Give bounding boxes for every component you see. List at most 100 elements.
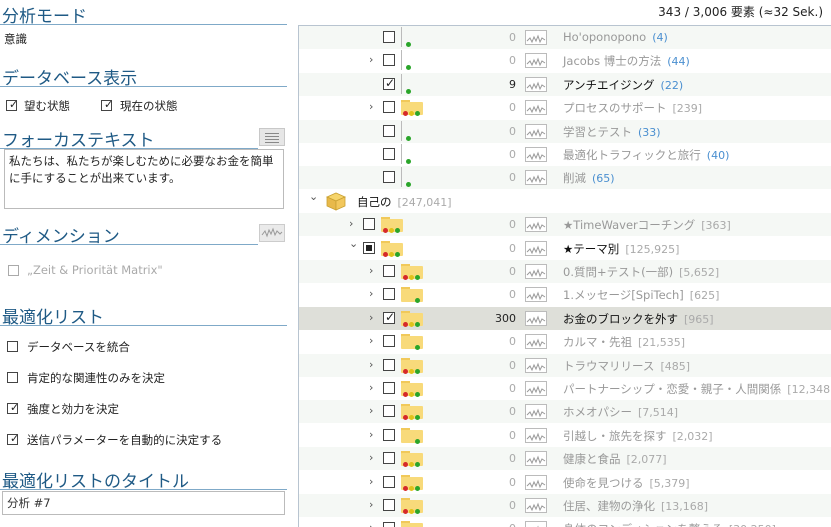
- wave-button[interactable]: [525, 310, 547, 326]
- expand-arrow-icon[interactable]: ›: [369, 381, 373, 394]
- expand-arrow-icon[interactable]: ›: [349, 217, 353, 230]
- row-checkbox[interactable]: [383, 382, 395, 394]
- tree-row[interactable]: › 0 住居、建物の浄化 [13,168]: [299, 494, 831, 517]
- tree-row[interactable]: › 0 健康と食品 [2,077]: [299, 447, 831, 471]
- tree-row[interactable]: 0 学習とテスト (33): [299, 119, 831, 143]
- wave-button[interactable]: [525, 404, 547, 420]
- desired-state-checkbox[interactable]: ✓: [6, 98, 18, 111]
- tree-item-label[interactable]: 健康と食品 [2,077]: [563, 451, 667, 467]
- tree-item-label[interactable]: 身体のコンディションを整える [30,250]: [563, 521, 776, 527]
- wave-button[interactable]: [525, 287, 547, 303]
- expand-arrow-icon[interactable]: ›: [369, 428, 373, 441]
- tree-item-label[interactable]: 学習とテスト (33): [563, 124, 661, 140]
- expand-arrow-icon[interactable]: ›: [369, 334, 373, 347]
- expand-arrow-icon[interactable]: ›: [369, 451, 373, 464]
- dimension-wave-button[interactable]: [259, 224, 285, 242]
- tree-item-label[interactable]: ホメオパシー [7,514]: [563, 404, 678, 420]
- wave-button[interactable]: [525, 474, 547, 490]
- row-checkbox[interactable]: [383, 358, 395, 371]
- row-checkbox[interactable]: [383, 335, 395, 348]
- expand-arrow-icon[interactable]: ›: [369, 358, 373, 371]
- wave-button[interactable]: [525, 30, 547, 45]
- row-checkbox[interactable]: [383, 171, 395, 184]
- wave-button[interactable]: [525, 170, 547, 186]
- row-checkbox[interactable]: [383, 475, 395, 488]
- expand-arrow-icon[interactable]: ›: [369, 287, 373, 300]
- row-checkbox[interactable]: [363, 218, 375, 231]
- tree-row[interactable]: › 0 カルマ・先祖 [21,535]: [299, 330, 831, 353]
- tree-item-label[interactable]: Jacobs 博士の方法 (44): [563, 53, 690, 69]
- tree-row[interactable]: › 0 プロセスのサポート [239]: [299, 96, 831, 119]
- row-checkbox[interactable]: [383, 522, 395, 527]
- tree-row[interactable]: 0 削減 (65): [299, 166, 831, 190]
- row-checkbox[interactable]: [383, 101, 395, 114]
- analysis-mode-value[interactable]: 意識: [4, 31, 27, 47]
- row-checkbox[interactable]: [383, 31, 395, 43]
- dimension-checkbox[interactable]: [8, 265, 19, 276]
- tree-item-label[interactable]: プロセスのサポート [239]: [563, 100, 702, 116]
- tree-item-label[interactable]: 住居、建物の浄化 [13,168]: [563, 498, 708, 514]
- row-checkbox[interactable]: [383, 288, 395, 301]
- tree-item-label[interactable]: トラウマリリース [485]: [563, 358, 690, 374]
- tree-row[interactable]: ⌄ 自己の [247,041]: [299, 190, 831, 213]
- wave-button[interactable]: [525, 357, 547, 373]
- wave-button[interactable]: [525, 264, 547, 279]
- tree-row[interactable]: › 0 Jacobs 博士の方法 (44): [299, 49, 831, 72]
- tree-item-label[interactable]: Ho'oponopono (4): [563, 30, 668, 44]
- row-checkbox[interactable]: [383, 265, 395, 277]
- row-checkbox[interactable]: [383, 452, 395, 465]
- wave-button[interactable]: [525, 240, 547, 256]
- tree-item-label[interactable]: 削減 (65): [563, 170, 615, 186]
- expand-arrow-icon[interactable]: ›: [369, 521, 373, 527]
- tree-row[interactable]: › ✓ 300 お金のブロックを外す [965]: [299, 306, 831, 330]
- tree-row[interactable]: › 0 使命を見つける [5,379]: [299, 471, 831, 494]
- auto-params-checkbox[interactable]: ✓: [7, 432, 19, 445]
- tree-item-label[interactable]: 引越し・旅先を探す [2,032]: [563, 428, 713, 444]
- collapse-arrow-icon[interactable]: ⌄: [309, 190, 318, 203]
- row-checkbox[interactable]: [383, 54, 395, 67]
- wave-button[interactable]: [525, 217, 547, 233]
- wave-button[interactable]: [525, 381, 547, 396]
- tree-item-label[interactable]: 使命を見つける [5,379]: [563, 475, 690, 491]
- tree-item-label[interactable]: ★テーマ別 [125,925]: [563, 241, 679, 257]
- expand-arrow-icon[interactable]: ›: [369, 404, 373, 417]
- tree-item-label[interactable]: 0.質問+テスト(一部) [5,652]: [563, 264, 719, 280]
- wave-button[interactable]: [525, 147, 547, 162]
- tree-item-label[interactable]: 1.メッセージ[SpiTech] [625]: [563, 287, 719, 303]
- expand-arrow-icon[interactable]: ›: [369, 498, 373, 511]
- wave-button[interactable]: [525, 427, 547, 443]
- wave-button[interactable]: [525, 498, 547, 513]
- tree-row[interactable]: › 0 ホメオパシー [7,514]: [299, 400, 831, 424]
- tree-row[interactable]: › 0 パートナーシップ・恋愛・親子・人間関係 [12,348]: [299, 377, 831, 400]
- database-tree[interactable]: 0 Ho'oponopono (4) › 0 Jacobs 博士の方法 (44) ✓ 9 アンチエ…: [298, 25, 831, 527]
- positive-only-checkbox[interactable]: [7, 372, 18, 383]
- wave-button[interactable]: [525, 334, 547, 350]
- row-checkbox[interactable]: ✓: [383, 76, 395, 90]
- tree-row[interactable]: ⌄ 0 ★テーマ別 [125,925]: [299, 237, 831, 260]
- row-checkbox[interactable]: ✓: [383, 310, 395, 324]
- row-checkbox[interactable]: [383, 428, 395, 441]
- tree-item-label[interactable]: 自己の [247,041]: [357, 194, 452, 210]
- tree-row[interactable]: 0 最適化トラフィックと旅行 (40): [299, 143, 831, 166]
- expand-arrow-icon[interactable]: ›: [369, 100, 373, 113]
- tree-item-label[interactable]: カルマ・先祖 [21,535]: [563, 334, 685, 350]
- tree-row[interactable]: ✓ 9 アンチエイジング (22): [299, 72, 831, 96]
- tree-row[interactable]: › 0 トラウマリリース [485]: [299, 353, 831, 377]
- focus-text-area[interactable]: 私たちは、私たちが楽しむために必要なお金を簡単に手にすることが出来ています。: [4, 149, 284, 209]
- wave-button[interactable]: [525, 451, 547, 467]
- wave-button[interactable]: [525, 76, 547, 92]
- collapse-arrow-icon[interactable]: ⌄: [349, 237, 358, 250]
- wave-button[interactable]: [525, 53, 547, 69]
- expand-arrow-icon[interactable]: ›: [369, 311, 373, 324]
- tree-item-label[interactable]: 最適化トラフィックと旅行 (40): [563, 147, 729, 163]
- tree-row[interactable]: › 0 ★TimeWaverコーチング [363]: [299, 213, 831, 237]
- expand-arrow-icon[interactable]: ›: [369, 264, 373, 277]
- intensity-checkbox[interactable]: ✓: [7, 401, 19, 414]
- row-checkbox[interactable]: [383, 499, 395, 511]
- tree-item-label[interactable]: アンチエイジング (22): [563, 77, 683, 93]
- expand-arrow-icon[interactable]: ›: [369, 53, 373, 66]
- tree-row[interactable]: › 0 1.メッセージ[SpiTech] [625]: [299, 283, 831, 306]
- tree-item-label[interactable]: パートナーシップ・恋愛・親子・人間関係 [12,348]: [563, 381, 831, 397]
- row-checkbox[interactable]: [383, 405, 395, 418]
- row-checkbox[interactable]: [383, 124, 395, 137]
